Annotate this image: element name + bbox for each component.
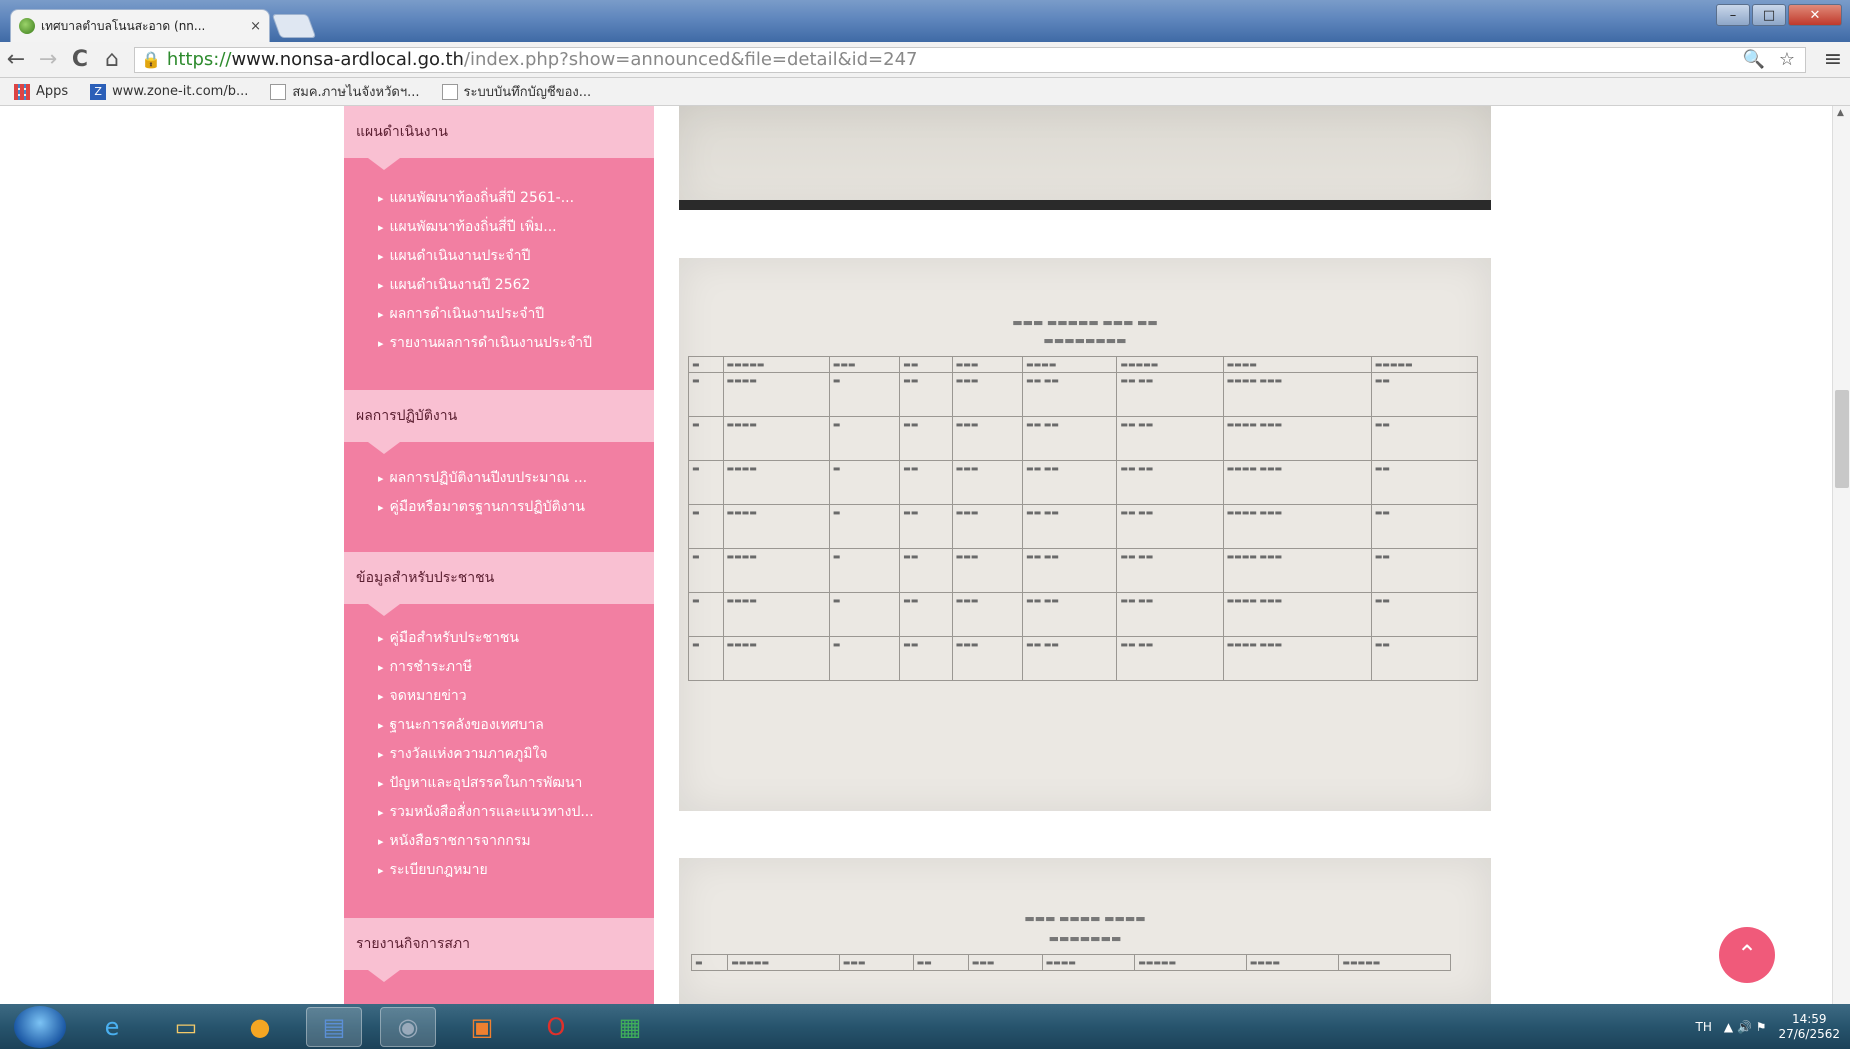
word-app-icon[interactable]: ▤ — [306, 1006, 362, 1047]
back-button[interactable]: ← — [0, 47, 32, 72]
menu-icon[interactable]: ≡ — [1816, 47, 1850, 72]
sidebar-section-head-council[interactable]: รายงานกิจการสภา — [344, 918, 654, 982]
clock[interactable]: 14:59 27/6/2562 — [1778, 1012, 1840, 1042]
sidebar-item[interactable]: รายงานผลการดำเนินงานประจำปี — [378, 329, 648, 358]
bookmark-zone-it[interactable]: Z www.zone-it.com/b... — [90, 83, 249, 100]
section-arrow-icon — [368, 970, 400, 982]
sidebar-item[interactable]: จดหมายข่าว — [378, 682, 648, 711]
lock-icon: 🔒 — [141, 50, 161, 69]
document-scan-image: ▬▬▬ ▬▬▬▬▬ ▬▬▬ ▬▬ ▬▬▬▬▬▬▬▬ ▬ ▬▬▬▬▬ ▬▬▬ ▬▬ ▬▬▬… — [679, 258, 1491, 811]
section-title: รายงานกิจการสภา — [356, 936, 471, 952]
minimize-button[interactable]: – — [1716, 4, 1750, 26]
sidebar-item[interactable]: รางวัลแห่งความภาคภูมิใจ — [378, 740, 648, 769]
sidebar-item[interactable]: แผนพัฒนาท้องถิ่นสี่ปี 2561-... — [378, 184, 648, 213]
sidebar-item[interactable]: คู่มือสำหรับประชาชน — [378, 624, 648, 653]
scroll-to-top-button[interactable]: ⌃ — [1719, 927, 1775, 983]
bookmark-label: สมค.ภาษไนจังหวัดฯ... — [292, 85, 420, 100]
url-host: www.nonsa-ardlocal.go.th — [231, 49, 464, 70]
reload-button[interactable]: C — [64, 47, 96, 72]
media-app-icon[interactable]: ● — [232, 1007, 288, 1047]
z-icon: Z — [90, 83, 107, 100]
internet-explorer-icon[interactable]: e — [84, 1007, 140, 1047]
apps-icon — [14, 83, 30, 100]
sidebar-item[interactable]: ระเบียบกฎหมาย — [378, 856, 648, 885]
sidebar-list-public-info: คู่มือสำหรับประชาชน การชำระภาษี จดหมายข่… — [378, 624, 648, 885]
document-scan-image — [679, 106, 1491, 210]
tab-close-icon[interactable]: × — [250, 19, 261, 34]
scrollbar-thumb[interactable] — [1835, 390, 1849, 488]
bookmark-apps[interactable]: Apps — [14, 83, 69, 100]
bookmarks-bar: Apps Z www.zone-it.com/b... สมค.ภาษไนจัง… — [0, 78, 1850, 106]
tray-icons[interactable]: ▲ 🔊 ⚑ — [1724, 1020, 1767, 1034]
sidebar-section-head-public-info[interactable]: ข้อมูลสำหรับประชาชน — [344, 552, 654, 616]
section-title: ผลการปฏิบัติงาน — [356, 408, 458, 424]
section-title: ข้อมูลสำหรับประชาชน — [356, 570, 495, 586]
sidebar-item[interactable]: ผลการดำเนินงานประจำปี — [378, 300, 648, 329]
url-scheme: https:// — [166, 49, 232, 70]
sidebar-item[interactable]: แผนดำเนินงานประจำปี — [378, 242, 648, 271]
chrome-icon[interactable]: ◉ — [380, 1006, 436, 1047]
sidebar-item[interactable]: ผลการปฏิบัติงานปีงบประมาณ ... — [378, 464, 648, 493]
bookmark-label: www.zone-it.com/b... — [112, 84, 249, 99]
section-title: แผนดำเนินงาน — [356, 124, 448, 140]
tab-title: เทศบาลตำบลโนนสะอาด (nn... — [41, 18, 206, 33]
sidebar-item[interactable]: แผนพัฒนาท้องถิ่นสี่ปี เพิ่ม... — [378, 213, 648, 242]
bookmark-tax[interactable]: สมค.ภาษไนจังหวัดฯ... — [270, 81, 420, 102]
new-tab-button[interactable] — [271, 14, 317, 38]
sidebar-item[interactable]: การชำระภาษี — [378, 653, 648, 682]
scanned-table-image: ▬ ▬▬▬▬▬ ▬▬▬ ▬▬ ▬▬▬ ▬▬▬▬ ▬▬▬▬▬ ▬▬▬▬ ▬▬▬▬▬ — [690, 954, 1451, 971]
file-explorer-icon[interactable]: ▭ — [158, 1007, 214, 1047]
bookmark-star-icon[interactable]: 🔍 ☆ — [1743, 49, 1799, 70]
page-scrollbar[interactable]: ▲ — [1832, 106, 1850, 1004]
system-tray: TH ▲ 🔊 ⚑ 14:59 27/6/2562 — [1696, 1012, 1850, 1042]
powerpoint-app-icon[interactable]: ▣ — [454, 1007, 510, 1047]
language-indicator[interactable]: TH — [1696, 1020, 1712, 1034]
opera-icon[interactable]: O — [528, 1007, 584, 1047]
page-icon — [441, 83, 458, 100]
scroll-up-icon[interactable]: ▲ — [1837, 108, 1844, 118]
page-viewport: แผนดำเนินงาน แผนพัฒนาท้องถิ่นสี่ปี 2561-… — [0, 106, 1850, 1004]
toolbar: ← → C ⌂ 🔒 https:// www.nonsa-ardlocal.go… — [0, 42, 1850, 78]
sidebar-list-results: ผลการปฏิบัติงานปีงบประมาณ ... คู่มือหรือ… — [378, 464, 648, 522]
document-scan-image: ▬▬▬ ▬▬▬▬ ▬▬▬▬ ▬▬▬▬▬▬▬ ▬ ▬▬▬▬▬ ▬▬▬ ▬▬ ▬▬▬ ▬▬▬▬… — [679, 858, 1491, 1004]
browser-title-bar: เทศบาลตำบลโนนสะอาด (nn... × – □ ✕ — [0, 0, 1850, 42]
sidebar-item[interactable]: หนังสือราชการจากกรม — [378, 827, 648, 856]
section-arrow-icon — [368, 158, 400, 170]
bookmark-label: Apps — [36, 84, 69, 99]
sidebar-item[interactable]: ปัญหาและอุปสรรคในการพัฒนา — [378, 769, 648, 798]
page-icon — [270, 83, 287, 100]
sidebar-item[interactable]: คู่มือหรือมาตรฐานการปฏิบัติงาน — [378, 493, 648, 522]
sidebar-section-head-results[interactable]: ผลการปฏิบัติงาน — [344, 390, 654, 454]
site-favicon-icon — [19, 18, 35, 34]
url-bar[interactable]: 🔒 https:// www.nonsa-ardlocal.go.th /ind… — [134, 46, 1806, 73]
bookmark-accounting[interactable]: ระบบบันทึกบัญชีของ... — [441, 81, 592, 102]
sidebar-item[interactable]: รวมหนังสือสั่งการและแนวทางป... — [378, 798, 648, 827]
excel-app-icon[interactable]: ▦ — [602, 1007, 658, 1047]
sidebar-section-head-plans[interactable]: แผนดำเนินงาน — [344, 106, 654, 170]
start-button[interactable] — [14, 1005, 66, 1048]
sidebar-list-plans: แผนพัฒนาท้องถิ่นสี่ปี 2561-... แผนพัฒนาท… — [378, 184, 648, 358]
window-controls: – □ ✕ — [1716, 4, 1842, 26]
url-path: /index.php?show=announced&file=detail&id… — [463, 49, 918, 70]
section-arrow-icon — [368, 442, 400, 454]
clock-date: 27/6/2562 — [1778, 1026, 1840, 1041]
home-button[interactable]: ⌂ — [96, 47, 128, 72]
scanned-table-image: ▬ ▬▬▬▬▬ ▬▬▬ ▬▬ ▬▬▬ ▬▬▬▬ ▬▬▬▬▬ ▬▬▬▬ ▬▬▬▬▬ ▬ ▬▬▬▬ ▬ ▬… — [688, 356, 1479, 681]
windows-taskbar: e ▭ ● ▤ ◉ ▣ O ▦ TH ▲ 🔊 ⚑ 14:59 27/6/2562 — [0, 1004, 1850, 1049]
browser-tab[interactable]: เทศบาลตำบลโนนสะอาด (nn... × — [10, 9, 270, 42]
bookmark-label: ระบบบันทึกบัญชีของ... — [463, 85, 592, 100]
clock-time: 14:59 — [1791, 1011, 1827, 1026]
section-arrow-icon — [368, 604, 400, 616]
sidebar-item[interactable]: ฐานะการคลังของเทศบาล — [378, 711, 648, 740]
sidebar: แผนดำเนินงาน แผนพัฒนาท้องถิ่นสี่ปี 2561-… — [344, 106, 654, 1004]
sidebar-item[interactable]: แผนดำเนินงานปี 2562 — [378, 271, 648, 300]
maximize-button[interactable]: □ — [1752, 4, 1786, 26]
forward-button[interactable]: → — [32, 47, 64, 72]
close-window-button[interactable]: ✕ — [1788, 4, 1842, 26]
